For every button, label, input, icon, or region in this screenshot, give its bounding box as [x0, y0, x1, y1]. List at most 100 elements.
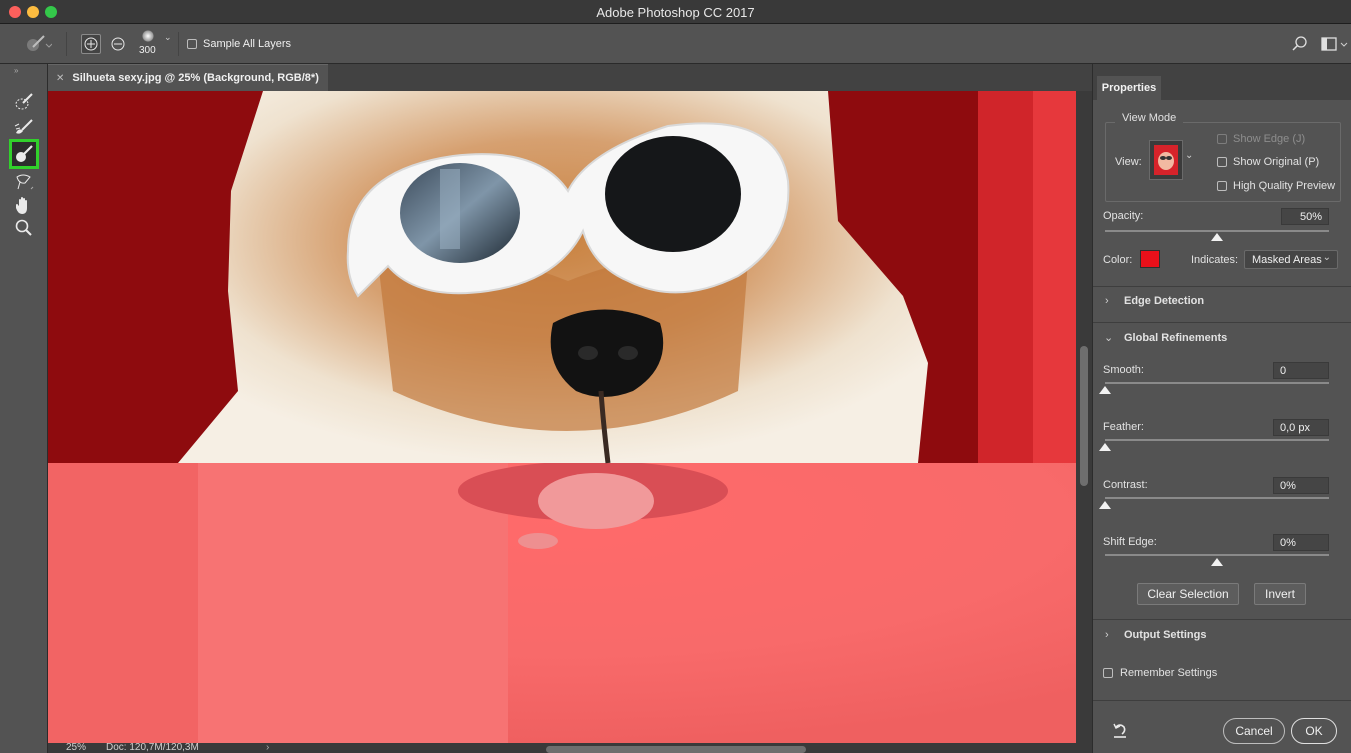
refine-edge-brush-icon [14, 119, 33, 134]
edge-detection-label: Edge Detection [1124, 295, 1205, 307]
show-edge-label: Show Edge (J) [1233, 133, 1306, 145]
properties-panel: Properties View Mode View: ⌄ Show Edge (… [1092, 64, 1351, 753]
quick-selection-tool[interactable] [11, 90, 37, 114]
view-label: View: [1115, 156, 1142, 168]
vertical-scroll-thumb[interactable] [1080, 346, 1088, 486]
hand-icon [16, 197, 27, 214]
minus-circle-icon [111, 37, 125, 51]
lasso-icon [16, 174, 34, 190]
opacity-slider-thumb[interactable] [1211, 233, 1223, 241]
status-menu-chevron-icon[interactable]: › [266, 743, 269, 753]
chevron-down-icon: ⌄ [1322, 252, 1331, 263]
feather-slider-thumb[interactable] [1099, 443, 1111, 451]
sample-all-layers-label: Sample All Layers [203, 38, 292, 50]
show-edge-checkbox[interactable] [1217, 134, 1227, 144]
reset-button[interactable] [1111, 721, 1131, 741]
zoom-tool[interactable] [11, 216, 37, 240]
cancel-button[interactable]: Cancel [1223, 718, 1285, 744]
close-tab-icon[interactable]: ✕ [56, 73, 64, 84]
smooth-slider-thumb[interactable] [1099, 386, 1111, 394]
sample-all-layers-toggle[interactable]: Sample All Layers [187, 38, 291, 50]
shift-edge-slider-track[interactable] [1105, 554, 1329, 556]
shift-edge-field[interactable]: 0% [1273, 534, 1329, 551]
contrast-slider-thumb[interactable] [1099, 501, 1111, 509]
reset-icon [1113, 723, 1126, 738]
indicates-value: Masked Areas [1252, 253, 1322, 266]
chevron-down-icon: ⌄ [1104, 332, 1114, 344]
remember-settings-toggle[interactable]: Remember Settings [1103, 667, 1217, 679]
contrast-slider-track[interactable] [1105, 497, 1329, 499]
smooth-slider-track[interactable] [1105, 382, 1329, 384]
high-quality-preview-toggle[interactable]: High Quality Preview [1217, 180, 1335, 192]
divider [1093, 700, 1351, 701]
ok-button[interactable]: OK [1291, 718, 1337, 744]
refine-edge-brush-tool[interactable] [11, 116, 37, 140]
global-refinements-section-header[interactable]: ⌄ Global Refinements [1093, 324, 1351, 352]
brush-icon [27, 35, 52, 51]
smooth-field[interactable]: 0 [1273, 362, 1329, 379]
zoom-level[interactable]: 25% [66, 743, 86, 753]
global-refinements-label: Global Refinements [1124, 332, 1228, 344]
workspace-icon [1321, 37, 1348, 51]
brush-size-value: 300 [139, 45, 156, 56]
chevron-down-icon: ⌄ [1185, 150, 1194, 161]
window-title: Adobe Photoshop CC 2017 [596, 5, 755, 20]
sample-all-layers-checkbox[interactable] [187, 39, 197, 49]
quick-selection-icon [15, 93, 33, 110]
search-button[interactable] [1290, 34, 1310, 54]
brush-tip-icon [142, 30, 154, 42]
output-settings-section-header[interactable]: › Output Settings [1093, 622, 1351, 650]
tools-panel: » [0, 64, 48, 753]
overlay-color-swatch[interactable] [1140, 250, 1160, 268]
feather-slider-track[interactable] [1105, 439, 1329, 441]
view-mode-heading: View Mode [1115, 112, 1184, 124]
edge-detection-section-header[interactable]: › Edge Detection [1093, 287, 1351, 315]
show-original-toggle[interactable]: Show Original (P) [1217, 156, 1319, 168]
view-mode-picker[interactable]: ⌄ [1149, 140, 1193, 180]
title-bar: Adobe Photoshop CC 2017 [0, 0, 1351, 24]
shift-edge-slider-thumb[interactable] [1211, 558, 1223, 566]
canvas-image [48, 91, 1076, 743]
feather-field[interactable]: 0,0 px [1273, 419, 1329, 436]
brush-tool-selected[interactable] [9, 139, 39, 169]
remember-settings-checkbox[interactable] [1103, 668, 1113, 678]
show-original-checkbox[interactable] [1217, 157, 1227, 167]
indicates-select[interactable]: Masked Areas ⌄ [1244, 250, 1338, 269]
workspace-switcher[interactable] [1320, 34, 1348, 54]
zoom-icon [15, 219, 32, 236]
brush-size-picker[interactable]: 300 ⌄ [136, 28, 176, 62]
invert-button[interactable]: Invert [1254, 583, 1306, 605]
tab-properties[interactable]: Properties [1097, 76, 1161, 100]
opacity-field[interactable]: 50% [1281, 208, 1329, 225]
chevron-down-icon: ⌄ [164, 32, 172, 42]
chevron-right-icon: › [1105, 295, 1109, 307]
show-edge-toggle[interactable]: Show Edge (J) [1217, 133, 1305, 145]
horizontal-scroll-thumb[interactable] [546, 746, 806, 753]
document-size-info: Doc: 120,7M/120,3M [106, 743, 199, 753]
contrast-field[interactable]: 0% [1273, 477, 1329, 494]
high-quality-preview-checkbox[interactable] [1217, 181, 1227, 191]
search-icon [1292, 36, 1307, 51]
document-canvas[interactable] [48, 91, 1076, 743]
options-bar: 300 ⌄ Sample All Layers [0, 24, 1351, 64]
clear-selection-button[interactable]: Clear Selection [1137, 583, 1239, 605]
vertical-scrollbar[interactable] [1076, 91, 1092, 743]
expand-panel-icon[interactable]: » [14, 66, 18, 75]
indicates-label: Indicates: [1191, 254, 1239, 266]
hand-tool[interactable] [11, 194, 37, 218]
document-tab[interactable]: ✕ Silhueta sexy.jpg @ 25% (Background, R… [48, 64, 328, 91]
chevron-right-icon: › [1105, 629, 1109, 641]
shift-edge-label: Shift Edge: [1103, 536, 1157, 548]
lasso-tool[interactable] [11, 170, 37, 194]
document-tab-title: Silhueta sexy.jpg @ 25% (Background, RGB… [72, 72, 319, 84]
add-to-selection-button[interactable] [81, 34, 101, 54]
opacity-slider-track[interactable] [1105, 230, 1329, 232]
divider [1093, 619, 1351, 620]
contrast-label: Contrast: [1103, 479, 1148, 491]
subtract-from-selection-button[interactable] [108, 34, 128, 54]
plus-circle-icon [84, 37, 98, 51]
output-settings-label: Output Settings [1124, 629, 1207, 641]
opacity-label: Opacity: [1103, 210, 1144, 222]
tool-preset-picker[interactable] [22, 32, 52, 56]
high-quality-preview-label: High Quality Preview [1233, 180, 1336, 192]
